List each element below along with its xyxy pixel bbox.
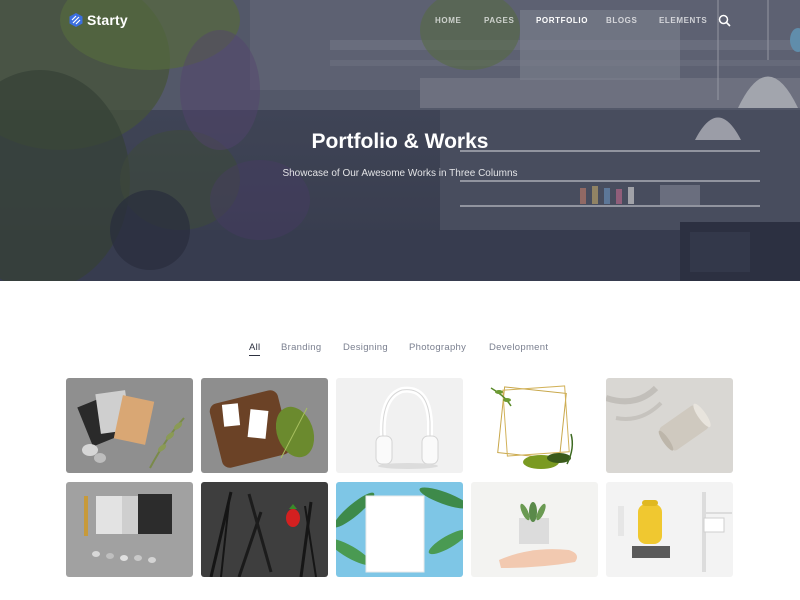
portfolio-item[interactable] <box>66 482 193 577</box>
portfolio-image <box>471 378 598 473</box>
brand-name: Starty <box>87 12 128 28</box>
logo-icon <box>69 13 83 27</box>
portfolio-item[interactable] <box>606 482 733 577</box>
portfolio-item[interactable] <box>336 378 463 473</box>
nav-item-pages[interactable]: PAGES <box>484 16 514 25</box>
filter-branding[interactable]: Branding <box>281 342 321 353</box>
portfolio-image <box>471 482 598 577</box>
nav-item-elements[interactable]: ELEMENTS <box>659 16 707 25</box>
brand-logo[interactable]: Starty <box>69 12 128 28</box>
portfolio-image <box>66 482 193 577</box>
portfolio-item[interactable] <box>66 378 193 473</box>
page-subtitle: Showcase of Our Awesome Works in Three C… <box>282 168 518 179</box>
portfolio-image <box>606 378 733 473</box>
filter-designing[interactable]: Designing <box>343 342 388 353</box>
portfolio-image <box>336 378 463 473</box>
portfolio-item[interactable] <box>471 482 598 577</box>
search-icon[interactable] <box>718 14 731 27</box>
portfolio-image <box>606 482 733 577</box>
page-title: Portfolio & Works <box>311 130 489 153</box>
filter-all[interactable]: All <box>249 342 261 356</box>
top-navigation: Starty HOME PAGES PORTFOLIO BLOGS ELEMEN… <box>0 0 800 42</box>
filter-development[interactable]: Development <box>489 342 548 353</box>
portfolio-filter-bar: All Branding Designing Photography Devel… <box>0 342 800 356</box>
filter-photography[interactable]: Photography <box>409 342 466 353</box>
portfolio-item[interactable] <box>336 482 463 577</box>
portfolio-image <box>201 482 328 577</box>
nav-item-blogs[interactable]: BLOGS <box>606 16 637 25</box>
portfolio-image <box>201 378 328 473</box>
portfolio-item[interactable] <box>201 378 328 473</box>
portfolio-image <box>336 482 463 577</box>
nav-item-portfolio[interactable]: PORTFOLIO <box>536 16 588 25</box>
portfolio-item[interactable] <box>606 378 733 473</box>
portfolio-image <box>66 378 193 473</box>
portfolio-item[interactable] <box>471 378 598 473</box>
hero-banner: Starty HOME PAGES PORTFOLIO BLOGS ELEMEN… <box>0 0 800 281</box>
portfolio-item[interactable] <box>201 482 328 577</box>
nav-item-home[interactable]: HOME <box>435 16 461 25</box>
